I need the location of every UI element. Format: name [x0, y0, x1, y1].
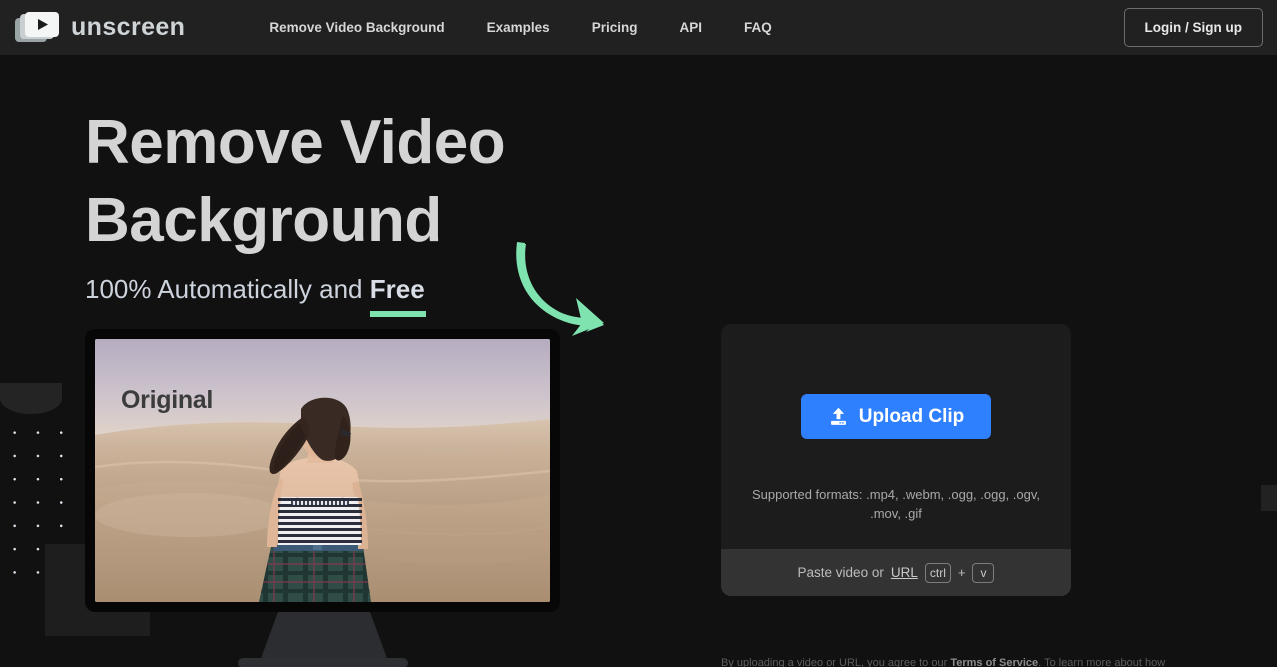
main-nav: Remove Video Background Examples Pricing…	[248, 14, 792, 41]
supported-formats-text: Supported formats: .mp4, .webm, .ogg, .o…	[746, 485, 1046, 523]
video-preview-screen[interactable]: Original	[95, 339, 550, 602]
hero-subtitle-highlight-text: Free	[370, 274, 425, 304]
decorative-semicircle	[0, 383, 62, 414]
hero-subtitle-highlight: Free	[370, 274, 425, 305]
key-v: v	[972, 563, 994, 583]
original-label: Original	[121, 386, 213, 415]
paste-prefix-label: Paste video or	[798, 565, 884, 580]
key-plus-separator: +	[958, 565, 966, 580]
page-title-line-2: Background	[85, 186, 442, 255]
upload-clip-button[interactable]: Upload Clip	[801, 394, 991, 439]
terms-of-service-link[interactable]: Terms of Service	[950, 657, 1038, 667]
video-preview-monitor: Original	[85, 329, 560, 612]
key-ctrl: ctrl	[925, 563, 951, 583]
nav-item-api[interactable]: API	[658, 14, 723, 41]
page-title: Remove Video Background	[85, 104, 645, 260]
legal-text-before: By uploading a video or URL, you agree t…	[721, 657, 950, 667]
hero-subtitle-prefix: 100% Automatically and	[85, 274, 370, 304]
monitor-bezel: Original	[85, 329, 560, 612]
highlight-underline	[370, 311, 426, 317]
nav-item-faq[interactable]: FAQ	[723, 14, 793, 41]
upload-panel[interactable]: Upload Clip Supported formats: .mp4, .we…	[721, 324, 1071, 596]
upload-clip-button-label: Upload Clip	[859, 406, 965, 428]
upload-icon	[828, 406, 849, 427]
decorative-square-right	[1261, 485, 1277, 511]
nav-item-examples[interactable]: Examples	[466, 14, 571, 41]
legal-text-after: . To learn more about how	[1038, 657, 1165, 667]
upload-panel-body: Upload Clip Supported formats: .mp4, .we…	[721, 324, 1071, 549]
brand-name: unscreen	[71, 13, 185, 42]
legal-footnote: By uploading a video or URL, you agree t…	[721, 655, 1277, 667]
curved-arrow-down-right-icon	[508, 238, 620, 338]
paste-url-bar: Paste video or URL ctrl + v	[721, 549, 1071, 596]
monitor-stand-foot	[238, 658, 408, 667]
page-title-line-1: Remove Video	[85, 108, 505, 177]
site-header: unscreen Remove Video Background Example…	[0, 0, 1277, 55]
nav-item-remove-video-background[interactable]: Remove Video Background	[248, 14, 465, 41]
monitor-stand-neck	[260, 612, 388, 661]
brand-logo[interactable]: unscreen	[14, 11, 185, 45]
login-signup-button[interactable]: Login / Sign up	[1124, 8, 1263, 47]
paste-url-link[interactable]: URL	[891, 565, 918, 580]
decorative-dot-grid	[0, 415, 80, 575]
video-frames-play-icon	[14, 11, 62, 45]
nav-item-pricing[interactable]: Pricing	[571, 14, 659, 41]
